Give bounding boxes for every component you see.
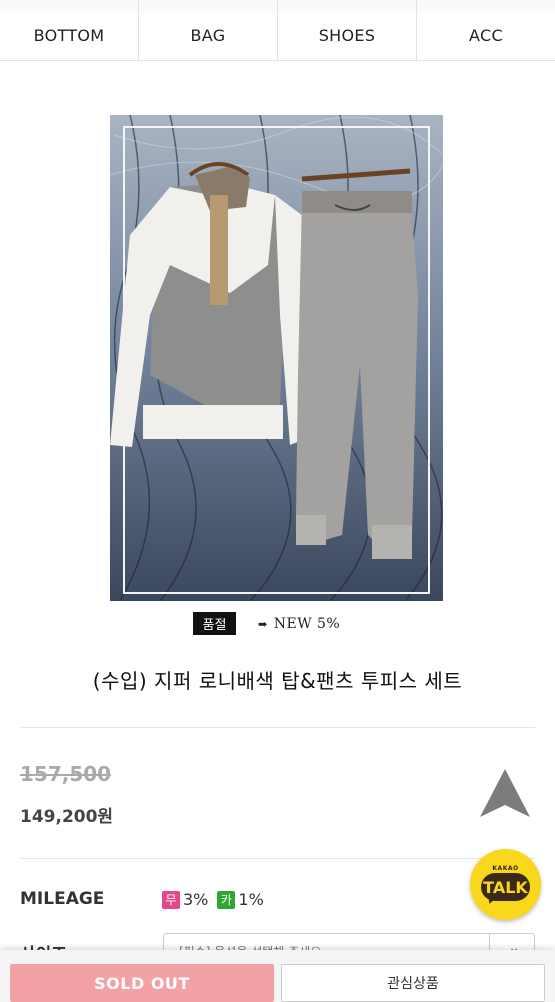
soldout-button[interactable]: SOLD OUT xyxy=(10,964,274,1002)
product-badges: 품절 ➡ NEW 5% xyxy=(0,611,555,637)
kakao-talk-label: TALK xyxy=(483,877,528,897)
nav-item-bag[interactable]: BAG xyxy=(139,11,278,60)
new-discount-badge: ➡ NEW 5% xyxy=(258,613,340,635)
divider xyxy=(20,858,535,859)
kakao-small-label: KAKAO xyxy=(492,865,519,872)
category-nav: BOTTOM BAG SHOES ACC xyxy=(0,11,555,61)
mileage-badge-mu: 무 xyxy=(162,890,180,909)
mileage-label: MILEAGE xyxy=(20,889,105,909)
product-title: (수입) 지퍼 로니배색 탑&팬츠 투피스 세트 xyxy=(92,669,463,693)
new-discount-label: NEW 5% xyxy=(273,616,341,632)
mileage-value: 3% xyxy=(183,890,209,909)
mileage-badge-ka: 카 xyxy=(217,890,236,909)
mileage-values: 무 3% 카 1% xyxy=(162,890,273,909)
wishlist-button[interactable]: 관심상품 xyxy=(281,964,545,1002)
divider xyxy=(20,727,535,728)
bottom-action-bar: SOLD OUT 관심상품 xyxy=(0,950,555,1002)
soldout-badge: 품절 xyxy=(193,612,236,635)
nav-item-acc[interactable]: ACC xyxy=(417,11,555,60)
nav-item-shoes[interactable]: SHOES xyxy=(278,11,417,60)
arrow-right-icon: ➡ xyxy=(258,617,268,631)
scroll-top-button[interactable] xyxy=(478,767,532,819)
original-price: 157,500 xyxy=(20,762,112,786)
mileage-value: 1% xyxy=(238,890,264,909)
chat-bubble-icon: TALK xyxy=(481,873,530,901)
triangle-up-icon xyxy=(480,769,530,817)
nav-item-bottom[interactable]: BOTTOM xyxy=(0,11,139,60)
product-image[interactable] xyxy=(110,115,443,601)
kakaotalk-button[interactable]: KAKAO TALK xyxy=(470,849,541,920)
sale-price: 149,200원 xyxy=(20,807,114,827)
